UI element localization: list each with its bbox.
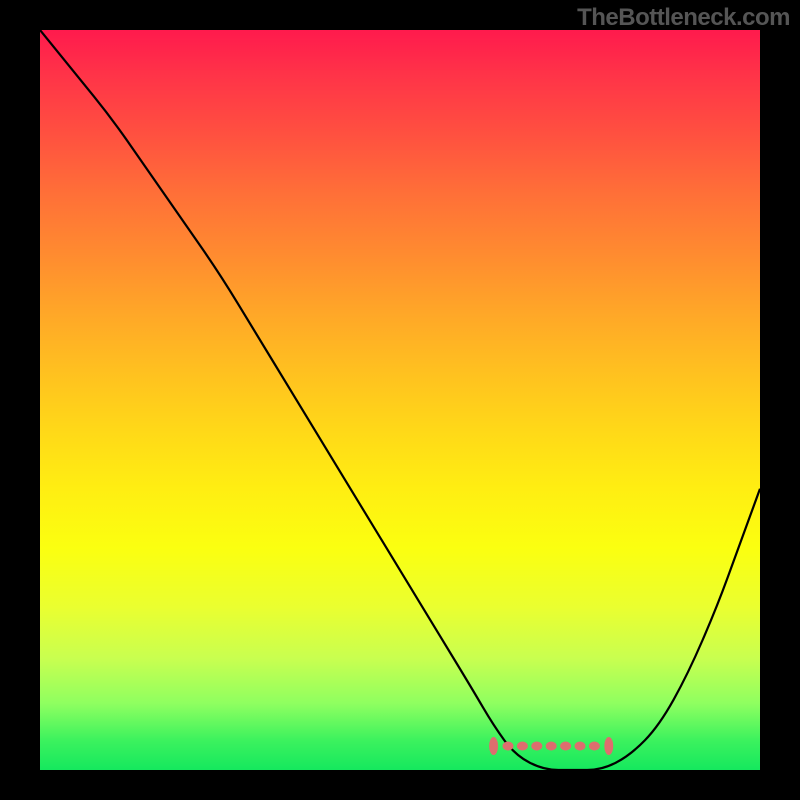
watermark-text: TheBottleneck.com bbox=[577, 4, 790, 32]
minimum-dot bbox=[604, 737, 613, 755]
minimum-dot bbox=[531, 742, 542, 751]
minimum-dot bbox=[560, 742, 571, 751]
plot-area bbox=[40, 30, 760, 770]
minimum-dot bbox=[517, 742, 528, 751]
minimum-dot bbox=[575, 742, 586, 751]
minimum-dot bbox=[546, 742, 557, 751]
minimum-dots bbox=[489, 737, 613, 755]
curve-svg bbox=[40, 30, 760, 770]
minimum-dot bbox=[589, 742, 600, 751]
bottleneck-curve-path bbox=[40, 30, 760, 770]
bottleneck-chart: TheBottleneck.com bbox=[0, 0, 800, 800]
minimum-dot bbox=[503, 742, 514, 751]
minimum-dot bbox=[489, 737, 498, 755]
